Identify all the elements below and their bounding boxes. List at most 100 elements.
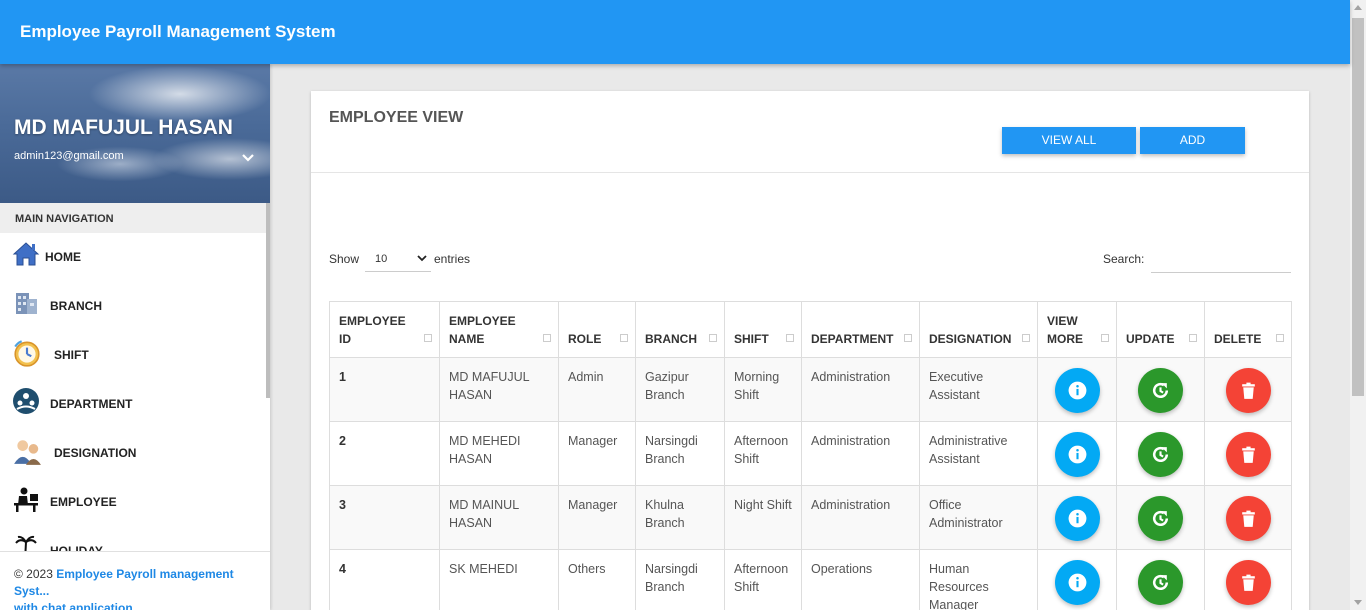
cell-role: Others (558, 549, 636, 610)
sidebar-item-label: DESIGNATION (54, 446, 137, 460)
sidebar: MD MAFUJUL HASAN admin123@gmail.com MAIN… (0, 64, 270, 610)
sort-icon (620, 334, 628, 342)
building-icon (16, 293, 37, 314)
cell-employee-name: SK MEHEDI (439, 549, 559, 610)
cell-employee-id: 1 (329, 357, 440, 422)
page-scrollbar[interactable] (1350, 0, 1366, 610)
update-icon (1153, 510, 1169, 527)
cell-delete (1204, 485, 1292, 550)
sidebar-item-employee[interactable]: EMPLOYEE (0, 478, 266, 527)
show-label: Show (329, 252, 360, 266)
user-info-panel: MD MAFUJUL HASAN admin123@gmail.com (0, 64, 270, 203)
info-icon (1068, 573, 1086, 592)
cell-shift: Afternoon Shift (724, 549, 802, 610)
sort-icon (1022, 334, 1030, 342)
sidebar-item-branch[interactable]: BRANCH (0, 282, 266, 331)
card-header: EMPLOYEE VIEW VIEW ALL EMPLOYEE ADD EMPL… (311, 91, 1309, 174)
add-employee-button[interactable]: ADD EMPLOYEE (1140, 127, 1245, 174)
table-header-row: EMPLOYEE ID EMPLOYEE NAME ROLE BRANCH SHIF… (329, 301, 1292, 358)
update-button[interactable] (1138, 496, 1183, 541)
cell-delete (1204, 357, 1292, 422)
cell-employee-name: MD MAINUL HASAN (439, 485, 559, 550)
update-button[interactable] (1138, 432, 1183, 477)
sort-icon (1276, 334, 1284, 342)
table-row: 4 SK MEHEDI Others Narsingdi Branch Afte… (329, 549, 1292, 610)
column-header-update[interactable]: UPDATE (1116, 301, 1205, 358)
sidebar-item-label: SHIFT (54, 348, 89, 362)
column-header-department[interactable]: DEPARTMENT (801, 301, 920, 358)
cell-shift: Afternoon Shift (724, 421, 802, 486)
column-header-employee-id[interactable]: EMPLOYEE ID (329, 301, 440, 358)
update-icon (1153, 382, 1169, 399)
update-button[interactable] (1138, 560, 1183, 605)
column-header-role[interactable]: ROLE (558, 301, 636, 358)
cell-update (1116, 357, 1205, 422)
entries-label: entries (434, 252, 471, 266)
column-header-line: ID (339, 332, 351, 346)
employee-table: EMPLOYEE ID EMPLOYEE NAME ROLE BRANCH SHIF… (329, 301, 1292, 610)
trash-icon (1241, 382, 1255, 399)
scroll-down-arrow-icon[interactable] (1354, 600, 1362, 605)
column-header-view-more[interactable]: VIEW MORE (1037, 301, 1117, 358)
view-more-button[interactable] (1054, 432, 1100, 477)
page-size-select[interactable]: 10 (365, 245, 431, 272)
column-header-line: MORE (1047, 332, 1083, 346)
desk-worker-icon (14, 487, 38, 512)
cell-update (1116, 549, 1205, 610)
cell-shift: Morning Shift (724, 357, 802, 422)
cell-branch: Khulna Branch (635, 485, 725, 550)
column-header-branch[interactable]: BRANCH (635, 301, 725, 358)
sidebar-item-department[interactable]: DEPARTMENT (0, 380, 266, 429)
sort-icon (1189, 334, 1197, 342)
employee-view-card: EMPLOYEE VIEW VIEW ALL EMPLOYEE ADD EMPL… (311, 91, 1309, 610)
sort-icon (543, 334, 551, 342)
column-header-line: SHIFT (734, 332, 769, 346)
delete-button[interactable] (1225, 432, 1271, 477)
app-title[interactable]: Employee Payroll Management System (20, 22, 336, 42)
cell-designation: Administrative Assistant (919, 421, 1038, 486)
column-header-delete[interactable]: DELETE (1204, 301, 1292, 358)
page-size-value: 10 (375, 253, 388, 265)
copyright-text: © 2023 (14, 567, 57, 581)
sidebar-scrollbar[interactable] (266, 203, 270, 398)
sidebar-item-shift[interactable]: SHIFT (0, 331, 266, 380)
view-more-button[interactable] (1054, 560, 1100, 605)
column-header-shift[interactable]: SHIFT (724, 301, 802, 358)
sidebar-item-designation[interactable]: DESIGNATION (0, 429, 266, 478)
view-more-button[interactable] (1054, 368, 1100, 413)
column-header-line: NAME (449, 332, 485, 346)
page-title: EMPLOYEE VIEW (329, 109, 464, 126)
delete-button[interactable] (1225, 368, 1271, 413)
view-all-employee-button[interactable]: VIEW ALL EMPLOYEE (1002, 127, 1136, 174)
cell-role: Manager (558, 421, 636, 486)
cell-department: Administration (801, 421, 920, 486)
cell-view-more (1037, 549, 1117, 610)
delete-button[interactable] (1225, 496, 1271, 541)
cell-role: Manager (558, 485, 636, 550)
search-label: Search: (1103, 252, 1145, 266)
trash-icon (1241, 510, 1255, 527)
footer-app-link-continued[interactable]: with chat application. (14, 601, 136, 610)
cell-view-more (1037, 357, 1117, 422)
column-header-employee-name[interactable]: EMPLOYEE NAME (439, 301, 559, 358)
column-header-line: EMPLOYEE (449, 314, 516, 328)
cell-shift: Night Shift (724, 485, 802, 550)
scrollbar-thumb[interactable] (1352, 18, 1364, 396)
clock-icon (14, 340, 40, 367)
user-name: MD MAFUJUL HASAN (14, 116, 233, 139)
search-input[interactable] (1151, 246, 1291, 273)
scroll-up-arrow-icon[interactable] (1354, 5, 1362, 10)
cell-branch: Gazipur Branch (635, 357, 725, 422)
sidebar-item-label: HOME (45, 250, 81, 264)
trash-icon (1241, 574, 1255, 591)
delete-button[interactable] (1225, 560, 1271, 605)
chevron-down-icon[interactable] (240, 150, 256, 166)
column-header-designation[interactable]: DESIGNATION (919, 301, 1038, 358)
cell-employee-name: MD MAFUJUL HASAN (439, 357, 559, 422)
update-button[interactable] (1138, 368, 1183, 413)
sidebar-item-home[interactable]: HOME (0, 233, 266, 282)
department-icon (13, 388, 39, 414)
update-icon (1153, 574, 1169, 591)
cell-employee-id: 3 (329, 485, 440, 550)
view-more-button[interactable] (1054, 496, 1100, 541)
